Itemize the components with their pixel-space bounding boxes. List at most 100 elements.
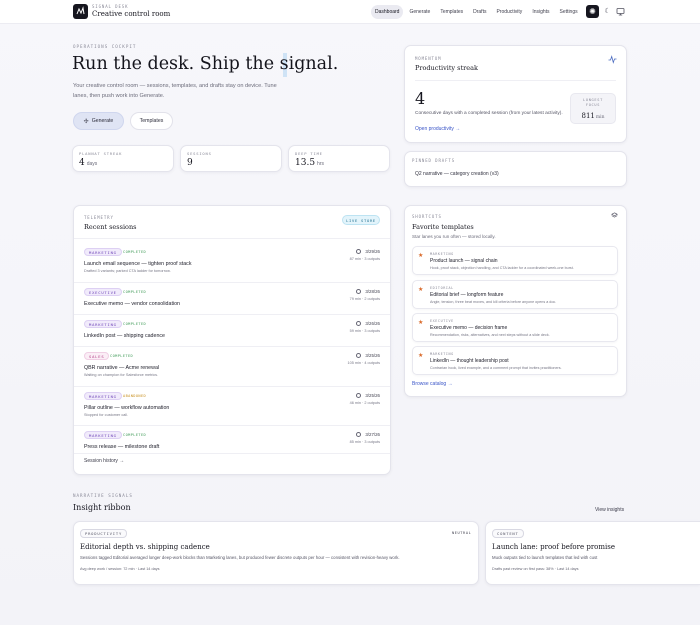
live-store-badge: LIVE STORE [342,215,380,225]
nav-drafts[interactable]: Drafts [469,5,490,19]
session-title: Pillar outline — workflow automation [84,405,170,411]
stat-label: SESSIONS [187,151,212,156]
star-icon[interactable]: ★ [418,286,423,293]
divider [74,314,390,315]
nav-templates[interactable]: Templates [436,5,467,19]
longest-focus-label: LONGEST FOCUS [582,98,604,107]
session-meta: 59 min · 3 outputs [349,329,380,333]
generate-label: Generate [91,118,114,124]
star-icon[interactable]: ★ [418,319,423,326]
divider [74,238,390,239]
top-nav: SIGNAL DESK Creative control room Dashbo… [0,0,700,24]
insight-badge: NEUTRAL [452,531,472,535]
template-description: Recommendation, risks, alternatives, and… [430,333,550,337]
session-history-link[interactable]: Session history → [84,458,124,464]
longest-focus-value: 811min [581,112,605,120]
session-date: 3/29/26 [365,249,380,254]
templates-button[interactable]: Templates [130,112,173,130]
shortcuts-subtitle: Star lanes you run often — stored locall… [412,234,496,239]
insight-tag: CONTENT [492,529,524,538]
star-icon[interactable]: ★ [418,252,423,259]
divider [74,346,390,347]
divider [74,282,390,283]
insights-eyebrow: NARRATIVE SIGNALS [73,493,133,498]
app-logo[interactable] [73,4,88,19]
generate-button[interactable]: ✢ Generate [73,112,124,130]
insights-title: Insight ribbon [73,503,131,512]
pinned-drafts-card [404,151,627,187]
star-icon[interactable]: ★ [418,352,423,359]
shortcuts-eyebrow: SHORTCUTS [412,214,442,219]
template-category: MARKETING [430,352,454,356]
session-note: Drafted 3 variants; parked CTA ladder fo… [84,269,171,273]
template-name: Product launch — signal chain [430,258,498,264]
template-item[interactable]: ★ MARKETING LinkedIn — thought leadership … [412,346,618,375]
nav-dashboard[interactable]: Dashboard [371,5,404,19]
template-item[interactable]: ★ EDITORIAL Editorial brief — longform fea… [412,280,618,309]
waveform-icon [76,6,85,15]
insight-body: Sessions tagged Editorial averaged longe… [80,555,400,560]
stat-value: 13.5 hrs [295,158,324,168]
template-item[interactable]: ★ MARKETING Product launch — signal chain H… [412,246,618,275]
pinned-eyebrow: PINNED DRAFTS [412,158,456,163]
sessions-title: Recent sessions [84,223,137,231]
streak-description: Consecutive days with a completed sessio… [415,111,563,116]
nav-settings[interactable]: Settings [556,5,582,19]
session-date: 3/25/26 [365,393,380,398]
hero-eyebrow: OPERATIONS COCKPIT [73,44,137,49]
session-title: Launch email sequence — tighten proof st… [84,261,192,267]
hero-title: Run the desk. Ship the signal. [72,54,339,74]
stat-value: 9 [187,158,193,168]
session-title: Executive memo — vendor consolidation [84,301,180,307]
nav-generate[interactable]: Generate [405,5,434,19]
insight-body: Muck outputs tied to launch templates th… [492,555,598,560]
nav-insights[interactable]: Insights [528,5,553,19]
template-category: EXECUTIVE [430,319,454,323]
session-date: 3/27/26 [365,432,380,437]
moon-icon[interactable]: ☾ [601,5,614,18]
session-tag: MARKETING [84,392,122,400]
session-tag: EXECUTIVE [84,288,122,296]
template-category: MARKETING [430,252,454,256]
monitor-icon[interactable] [614,5,627,18]
session-status: COMPLETED [123,322,147,326]
session-note: Stopped for customer call. [84,413,129,417]
insight-title: Editorial depth vs. shipping cadence [80,543,210,551]
insight-title: Launch lane: proof before promise [492,543,616,551]
streak-value: 4 [415,89,426,108]
template-item[interactable]: ★ EXECUTIVE Executive memo — decision fram… [412,313,618,342]
view-insights-link[interactable]: View insights [595,507,624,513]
browse-catalog-link[interactable]: Browse catalog → [412,381,453,387]
session-status: COMPLETED [110,354,134,358]
brand-eyebrow: SIGNAL DESK [92,4,129,9]
pinned-draft-item[interactable]: Q2 narrative — category creation (v3) [415,171,499,177]
sun-icon[interactable]: ✺ [586,5,599,18]
template-description: Contrarian hook, lived example, and a co… [430,366,562,370]
session-meta: 105 min · 4 outputs [347,361,380,365]
stat-card-deep-time: DEEP TIME 13.5 hrs [288,145,390,172]
session-tag: MARKETING [84,248,122,256]
session-status: ABANDONED [123,394,147,398]
session-title: LinkedIn post — shipping cadence [84,333,165,339]
layers-icon[interactable] [611,212,618,219]
templates-label: Templates [139,118,164,124]
template-name: Editorial brief — longform feature [430,292,504,298]
session-tag: MARKETING [84,320,122,328]
insight-card[interactable] [73,521,479,585]
open-productivity-link[interactable]: Open productivity → [415,126,460,132]
longest-focus-box: LONGEST FOCUS 811min [570,93,616,124]
session-status: COMPLETED [123,290,147,294]
nav-productivity[interactable]: Productivity [492,5,526,19]
momentum-eyebrow: MOMENTUM [415,56,442,61]
session-title: QBR narrative — Acme renewal [84,365,160,371]
session-status: COMPLETED [123,433,147,437]
brand-title: Creative control room [92,10,171,18]
session-meta: 87 min · 3 outputs [349,257,380,261]
session-meta: 85 min · 3 outputs [349,440,380,444]
stat-value: 4 days [79,158,98,168]
session-tag: SALES [84,352,110,360]
sparkle-icon: ✢ [83,118,89,125]
template-description: Angle, tension, three beat moves, and ki… [430,300,557,304]
sessions-eyebrow: TELEMETRY [84,215,114,220]
session-date: 3/28/26 [365,289,380,294]
